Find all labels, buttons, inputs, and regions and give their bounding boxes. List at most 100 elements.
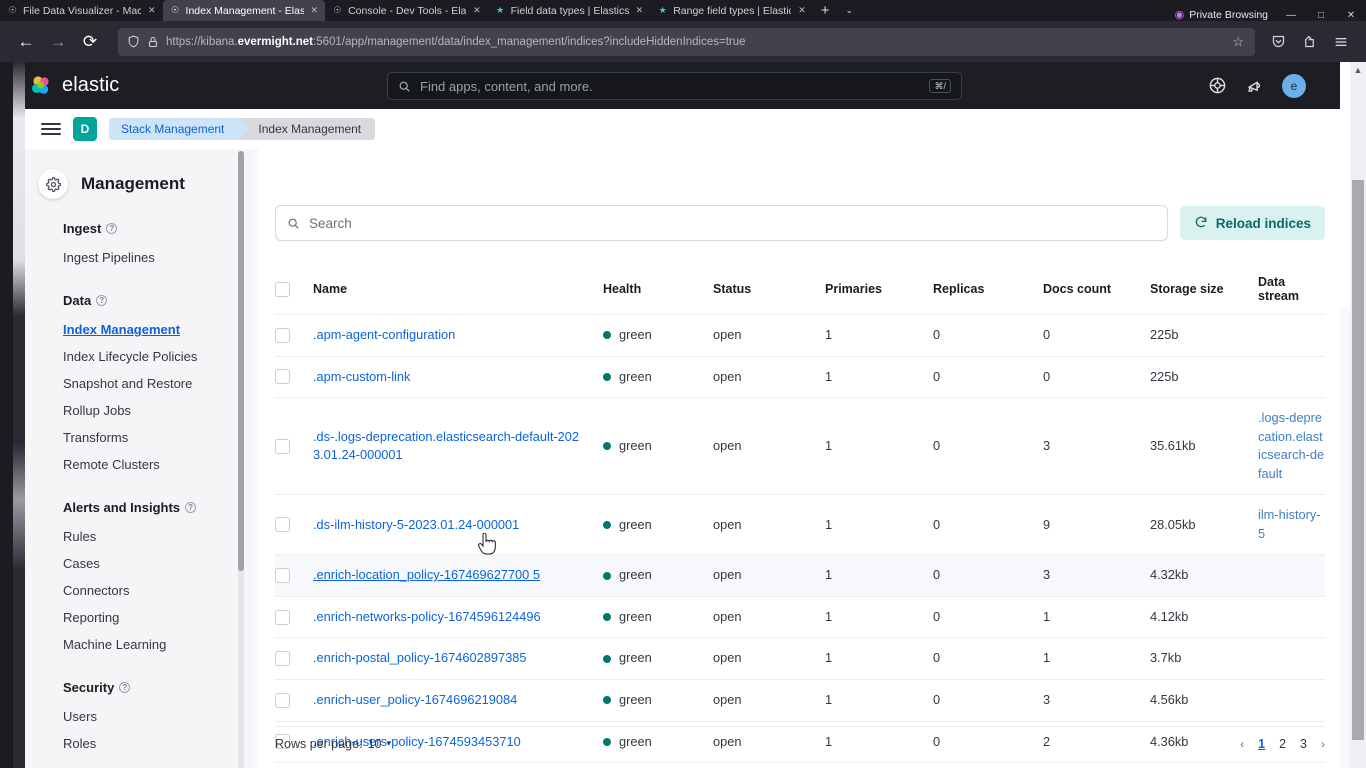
data-stream-link[interactable]: .logs-deprecation.elasticsearch-default <box>1258 410 1324 481</box>
table-row[interactable]: .apm-agent-configuration green open 1 0 0 225b <box>275 314 1325 357</box>
close-icon[interactable]: ✕ <box>636 5 644 16</box>
new-tab-button[interactable]: + <box>813 0 838 21</box>
row-checkbox[interactable] <box>275 651 290 667</box>
index-name-link[interactable]: .apm-custom-link <box>313 369 410 384</box>
table-row[interactable]: .enrich-location_policy-167469627700 5 gr… <box>275 554 1325 597</box>
table-row[interactable]: .enrich-user_policy-1674696219084 green op… <box>275 679 1325 722</box>
reload-indices-button[interactable]: Reload indices <box>1179 206 1325 240</box>
breadcrumb-stack-management[interactable]: Stack Management <box>109 118 250 140</box>
sidebar-item-snapshot-and-restore[interactable]: Snapshot and Restore <box>63 370 250 397</box>
row-select-cell[interactable] <box>275 356 313 399</box>
row-select-cell[interactable] <box>275 596 313 639</box>
column-header-health[interactable]: Health <box>603 265 713 315</box>
page-button-1[interactable]: 1 <box>1258 737 1265 751</box>
row-select-cell[interactable] <box>275 637 313 681</box>
nav-menu-icon[interactable] <box>41 123 61 135</box>
table-row[interactable]: .ds-.logs-deprecation.elasticsearch-defa… <box>275 397 1325 496</box>
row-checkbox[interactable] <box>275 568 290 584</box>
table-row[interactable]: .enrich-postal_policy-1674602897385 green… <box>275 637 1325 681</box>
index-name-link[interactable]: .enrich-location_policy-167469627700 5 <box>313 567 540 582</box>
row-select-cell[interactable] <box>275 554 313 597</box>
close-window-button[interactable]: ✕ <box>1336 10 1366 21</box>
info-icon[interactable]: ? <box>185 502 197 513</box>
avatar[interactable]: e <box>1282 73 1306 98</box>
close-icon[interactable]: ✕ <box>798 5 806 16</box>
table-row[interactable]: .kibana-event-log-8.6.0-000001greenopen1… <box>275 762 1325 768</box>
row-select-cell[interactable] <box>275 494 313 556</box>
index-name-link[interactable]: .apm-agent-configuration <box>313 327 455 342</box>
index-name-link[interactable]: .enrich-user_policy-1674696219084 <box>313 692 517 707</box>
info-icon[interactable]: ? <box>106 223 118 234</box>
select-all-checkbox[interactable] <box>275 281 290 297</box>
index-name-link[interactable]: .ds-.logs-deprecation.elasticsearch-defa… <box>313 429 579 463</box>
row-checkbox[interactable] <box>275 438 290 454</box>
column-header-name[interactable]: Name <box>313 265 603 315</box>
column-header-data-stream[interactable]: Data stream <box>1258 265 1325 315</box>
next-page-button[interactable]: › <box>1321 737 1325 751</box>
scroll-up-arrow-icon[interactable]: ▲ <box>1350 62 1366 77</box>
maximize-button[interactable]: □ <box>1306 10 1336 21</box>
table-row[interactable]: .ds-ilm-history-5-2023.01.24-000001 green… <box>275 494 1325 556</box>
breadcrumb-index-management[interactable]: Index Management <box>238 118 376 140</box>
reload-page-button[interactable]: ⟳ <box>74 27 106 57</box>
close-icon[interactable]: ✕ <box>311 5 319 16</box>
column-header-storage-size[interactable]: Storage size <box>1150 265 1258 315</box>
sidebar-item-cases[interactable]: Cases <box>63 550 250 577</box>
address-bar[interactable]: https://kibana.evermight.net:5601/app/ma… <box>118 27 1255 56</box>
extensions-icon[interactable] <box>1294 27 1325 57</box>
search-input[interactable]: Search <box>275 205 1168 241</box>
info-icon[interactable]: ? <box>119 682 131 693</box>
sidebar-item-transforms[interactable]: Transforms <box>63 424 250 451</box>
sidebar-item-roles[interactable]: Roles <box>63 730 250 757</box>
row-select-cell[interactable] <box>275 314 313 357</box>
index-name-link[interactable]: .ds-ilm-history-5-2023.01.24-000001 <box>313 517 519 532</box>
browser-tab[interactable]: ☉ Console - Dev Tools - Elas ✕ <box>325 0 488 21</box>
browser-tab[interactable]: ☉ File Data Visualizer - Mach ✕ <box>0 0 163 21</box>
sidebar-item-rules[interactable]: Rules <box>63 523 250 550</box>
table-row[interactable]: .apm-custom-link green open 1 0 0 225b <box>275 356 1325 399</box>
page-scrollbar-thumb[interactable] <box>1352 180 1364 740</box>
column-header-status[interactable]: Status <box>713 265 825 315</box>
sidebar-item-machine-learning[interactable]: Machine Learning <box>63 631 250 658</box>
sidebar-item-reporting[interactable]: Reporting <box>63 604 250 631</box>
row-select-cell[interactable] <box>275 679 313 722</box>
browser-tab[interactable]: ★ Field data types | Elasticse ✕ <box>488 0 651 21</box>
data-stream-link[interactable]: ilm-history-5 <box>1258 507 1321 541</box>
sidebar-scrollbar-thumb[interactable] <box>238 151 244 571</box>
row-checkbox[interactable] <box>275 517 290 533</box>
pocket-icon[interactable] <box>1263 27 1294 57</box>
sidebar-item-connectors[interactable]: Connectors <box>63 577 250 604</box>
row-checkbox[interactable] <box>275 692 290 708</box>
global-search-input[interactable]: Find apps, content, and more. ⌘/ <box>387 72 962 100</box>
forward-button[interactable]: → <box>42 27 74 57</box>
elastic-logo[interactable]: elastic <box>29 74 119 98</box>
bookmark-star-icon[interactable]: ☆ <box>1232 34 1246 50</box>
column-header-primaries[interactable]: Primaries <box>825 265 933 315</box>
prev-page-button[interactable]: ‹ <box>1240 737 1244 751</box>
page-button-2[interactable]: 2 <box>1279 737 1286 751</box>
column-header-replicas[interactable]: Replicas <box>933 265 1043 315</box>
info-icon[interactable]: ? <box>96 295 108 306</box>
space-badge[interactable]: D <box>73 117 97 141</box>
page-button-3[interactable]: 3 <box>1300 737 1307 751</box>
column-header-docs-count[interactable]: Docs count <box>1043 265 1150 315</box>
browser-tab-active[interactable]: ☉ Index Management - Elas ✕ <box>162 0 326 21</box>
sidebar-item-ingest-pipelines[interactable]: Ingest Pipelines <box>63 244 250 271</box>
index-name-link[interactable]: .enrich-networks-policy-1674596124496 <box>313 609 541 624</box>
row-select-cell[interactable] <box>275 762 313 768</box>
close-icon[interactable]: ✕ <box>473 5 481 16</box>
table-row[interactable]: .enrich-networks-policy-1674596124496 gre… <box>275 596 1325 639</box>
minimize-button[interactable]: — <box>1276 10 1306 21</box>
sidebar-item-index-management[interactable]: Index Management <box>63 316 250 343</box>
row-select-cell[interactable] <box>275 397 313 496</box>
rows-per-page-selector[interactable]: Rows per page: 10 ▾ <box>275 737 391 751</box>
app-menu-icon[interactable] <box>1325 27 1356 57</box>
sidebar-item-remote-clusters[interactable]: Remote Clusters <box>63 451 250 478</box>
close-icon[interactable]: ✕ <box>148 5 156 16</box>
megaphone-icon[interactable] <box>1244 75 1266 97</box>
sidebar-item-rollup-jobs[interactable]: Rollup Jobs <box>63 397 250 424</box>
back-button[interactable]: ← <box>10 27 42 57</box>
help-circle-icon[interactable] <box>1206 75 1228 97</box>
row-checkbox[interactable] <box>275 609 290 625</box>
list-all-tabs-icon[interactable]: ⌄ <box>838 0 862 21</box>
